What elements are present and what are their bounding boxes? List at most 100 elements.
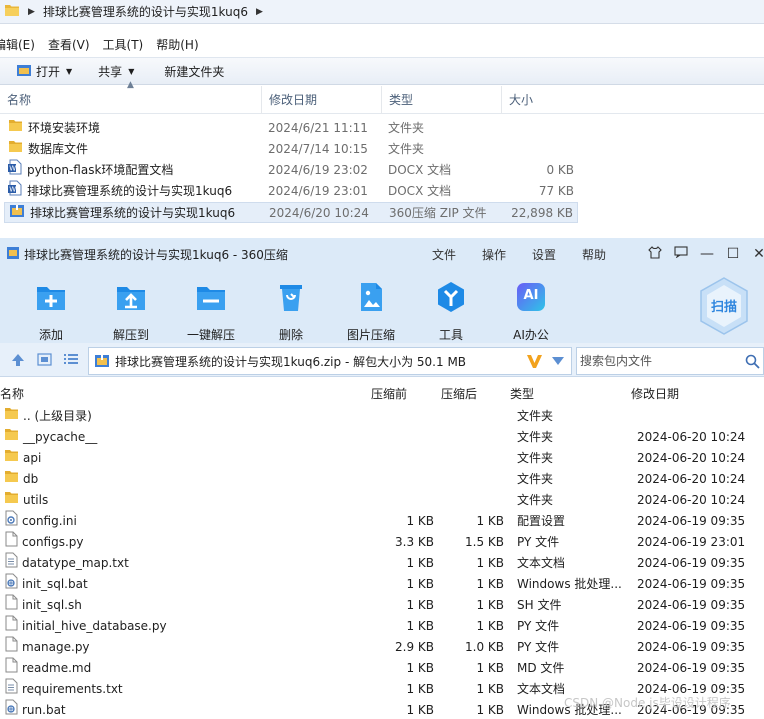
compressed-size: 3.3 KB: [395, 535, 434, 549]
menu-tools[interactable]: 工具(T): [103, 36, 144, 53]
bat-file-icon: [4, 699, 18, 719]
zip-menu-file[interactable]: 文件: [432, 246, 456, 263]
ai-office-icon: AI: [514, 280, 548, 314]
word-doc-icon: W: [8, 180, 22, 203]
menu-view[interactable]: 查看(V): [48, 36, 90, 53]
zip-file-row[interactable]: init_sql.sh 1 KB 1 KB SH 文件 2024-06-19 09:35: [0, 594, 764, 616]
col-type[interactable]: 类型: [382, 86, 502, 114]
zip-menu-operate[interactable]: 操作: [482, 246, 506, 263]
original-size: 1 KB: [476, 703, 504, 717]
zip-file-name: run.bat: [4, 699, 66, 719]
zip-file-row[interactable]: readme.md 1 KB 1 KB MD 文件 2024-06-19 09:35: [0, 657, 764, 680]
add-icon: [34, 280, 68, 314]
folder-icon: [4, 490, 19, 511]
breadcrumb[interactable]: 排球比赛管理系统的设计与实现1kuq6: [43, 3, 248, 20]
zip-file-row[interactable]: init_sql.bat 1 KB 1 KB Windows 批处理... 2024-0…: [0, 573, 764, 595]
zip-file-row[interactable]: api 文件夹 2024-06-20 10:24: [0, 448, 764, 469]
file-name: 环境安装环境: [8, 118, 100, 139]
zip-file-name-text: datatype_map.txt: [22, 556, 129, 570]
zip-file-name-text: init_sql.sh: [22, 598, 82, 612]
close-icon[interactable]: ✕: [746, 246, 764, 262]
maximize-icon[interactable]: ☐: [720, 246, 746, 262]
breadcrumb-chevron-icon[interactable]: ▶: [256, 7, 263, 17]
zip-file-row[interactable]: manage.py 2.9 KB 1.0 KB PY 文件 2024-06-19 09:…: [0, 636, 764, 658]
zip-file-row[interactable]: config.ini 1 KB 1 KB 配置设置 2024-06-19 09:35: [0, 510, 764, 533]
col-name[interactable]: 名称: [0, 86, 262, 114]
zip-archive-icon: [9, 202, 25, 225]
zip-file-row[interactable]: initial_hive_database.py 1 KB 1 KB PY 文件 202…: [0, 615, 764, 637]
list-view-icon[interactable]: [64, 353, 78, 368]
explorer-file-row[interactable]: 环境安装环境 2024/6/21 11:11 文件夹: [4, 118, 578, 139]
zip-file-row[interactable]: configs.py 3.3 KB 1.5 KB PY 文件 2024-06-19 23…: [0, 531, 764, 553]
word-doc-icon: W: [8, 159, 22, 182]
search-icon[interactable]: [745, 354, 760, 372]
zip-menu-help[interactable]: 帮助: [582, 246, 606, 263]
compressed-size: 1 KB: [406, 682, 434, 696]
zip-file-row[interactable]: utils 文件夹 2024-06-20 10:24: [0, 490, 764, 511]
file-icon: [4, 657, 18, 680]
zip-file-name-text: manage.py: [22, 640, 90, 654]
message-icon[interactable]: [668, 246, 694, 262]
zip-file-name-text: requirements.txt: [22, 682, 123, 696]
skin-shirt-icon[interactable]: [642, 245, 668, 263]
explorer-menu-bar: 编辑(E) 查看(V) 工具(T) 帮助(H): [0, 33, 212, 55]
zip-menu-settings[interactable]: 设置: [532, 246, 556, 263]
zcol-compressed[interactable]: 压缩前: [371, 382, 407, 406]
file-name: 数据库文件: [8, 139, 88, 160]
thumbnail-view-icon[interactable]: [37, 353, 52, 369]
up-arrow-icon[interactable]: [11, 353, 25, 370]
zip-file-date: 2024-06-19 09:35: [637, 556, 746, 570]
tools-icon: [434, 280, 468, 314]
open-button[interactable]: 打开 ▼: [16, 58, 72, 84]
open-with-icon: [16, 63, 32, 80]
file-name: W 排球比赛管理系统的设计与实现1kuq6: [8, 180, 232, 203]
image-compress-icon: [354, 280, 388, 314]
folder-icon: [8, 139, 23, 160]
zip-file-type: 文件夹: [517, 430, 554, 444]
settings-file-icon: [4, 510, 18, 533]
zcol-name[interactable]: 名称: [0, 382, 24, 406]
zip-file-name-text: run.bat: [22, 703, 66, 717]
archive-path-field[interactable]: 排球比赛管理系统的设计与实现1kuq6.zip - 解包大小为 50.1 MB: [88, 347, 572, 375]
path-dropdown-icon[interactable]: [552, 355, 564, 369]
chevron-down-icon: ▼: [128, 66, 135, 76]
zip-file-type: MD 文件: [517, 661, 565, 675]
zip-file-name: db: [4, 469, 38, 490]
zip-file-row[interactable]: __pycache__ 文件夹 2024-06-20 10:24: [0, 427, 764, 448]
archive-path-text: 排球比赛管理系统的设计与实现1kuq6.zip - 解包大小为 50.1 MB: [115, 354, 467, 369]
original-size: 1 KB: [476, 619, 504, 633]
zcol-original[interactable]: 压缩后: [441, 382, 477, 406]
menu-help[interactable]: 帮助(H): [156, 36, 198, 53]
explorer-file-row[interactable]: Wpython-flask环境配置文档 2024/6/19 23:02 DOCX 文…: [4, 159, 578, 182]
explorer-file-row[interactable]: 数据库文件 2024/7/14 10:15 文件夹: [4, 139, 578, 160]
minimize-icon[interactable]: —: [694, 246, 720, 262]
zip-file-type: Windows 批处理...: [517, 577, 622, 591]
zip-file-row[interactable]: db 文件夹 2024-06-20 10:24: [0, 469, 764, 490]
col-size[interactable]: 大小: [502, 86, 578, 114]
breadcrumb-separator: ▶: [28, 6, 35, 17]
v-logo-icon[interactable]: [526, 353, 543, 372]
zip-file-name-text: api: [23, 451, 42, 465]
zip-file-row[interactable]: .. (上级目录) 文件夹: [0, 406, 764, 427]
menu-edit[interactable]: 编辑(E): [0, 36, 35, 53]
search-box[interactable]: [576, 347, 764, 375]
original-size: 1 KB: [476, 661, 504, 675]
zip-file-type: SH 文件: [517, 598, 562, 612]
zip-file-name: .. (上级目录): [4, 406, 92, 427]
compressed-size: 1 KB: [406, 661, 434, 675]
scan-button[interactable]: 扫描: [698, 276, 750, 336]
col-date[interactable]: 修改日期: [262, 86, 382, 114]
explorer-address-bar[interactable]: ▶ 排球比赛管理系统的设计与实现1kuq6 ▶: [0, 0, 764, 24]
zip-file-row[interactable]: datatype_map.txt 1 KB 1 KB 文本文档 2024-06-19 0…: [0, 552, 764, 574]
file-name-text: 排球比赛管理系统的设计与实现1kuq6: [30, 206, 236, 220]
folder-icon: [4, 427, 19, 448]
compressed-size: 1 KB: [406, 598, 434, 612]
explorer-file-row[interactable]: W 排球比赛管理系统的设计与实现1kuq6 2024/6/19 23:01 DOCX …: [4, 180, 578, 203]
zip-file-type: 文件夹: [517, 451, 554, 465]
original-size: 1.0 KB: [465, 640, 504, 654]
explorer-file-row[interactable]: 排球比赛管理系统的设计与实现1kuq6 2024/6/20 10:24 360压缩 …: [4, 202, 578, 223]
new-folder-button[interactable]: 新建文件夹: [164, 58, 224, 84]
zcol-type[interactable]: 类型: [510, 382, 534, 406]
zcol-date[interactable]: 修改日期: [631, 382, 679, 406]
search-input[interactable]: [577, 348, 737, 374]
